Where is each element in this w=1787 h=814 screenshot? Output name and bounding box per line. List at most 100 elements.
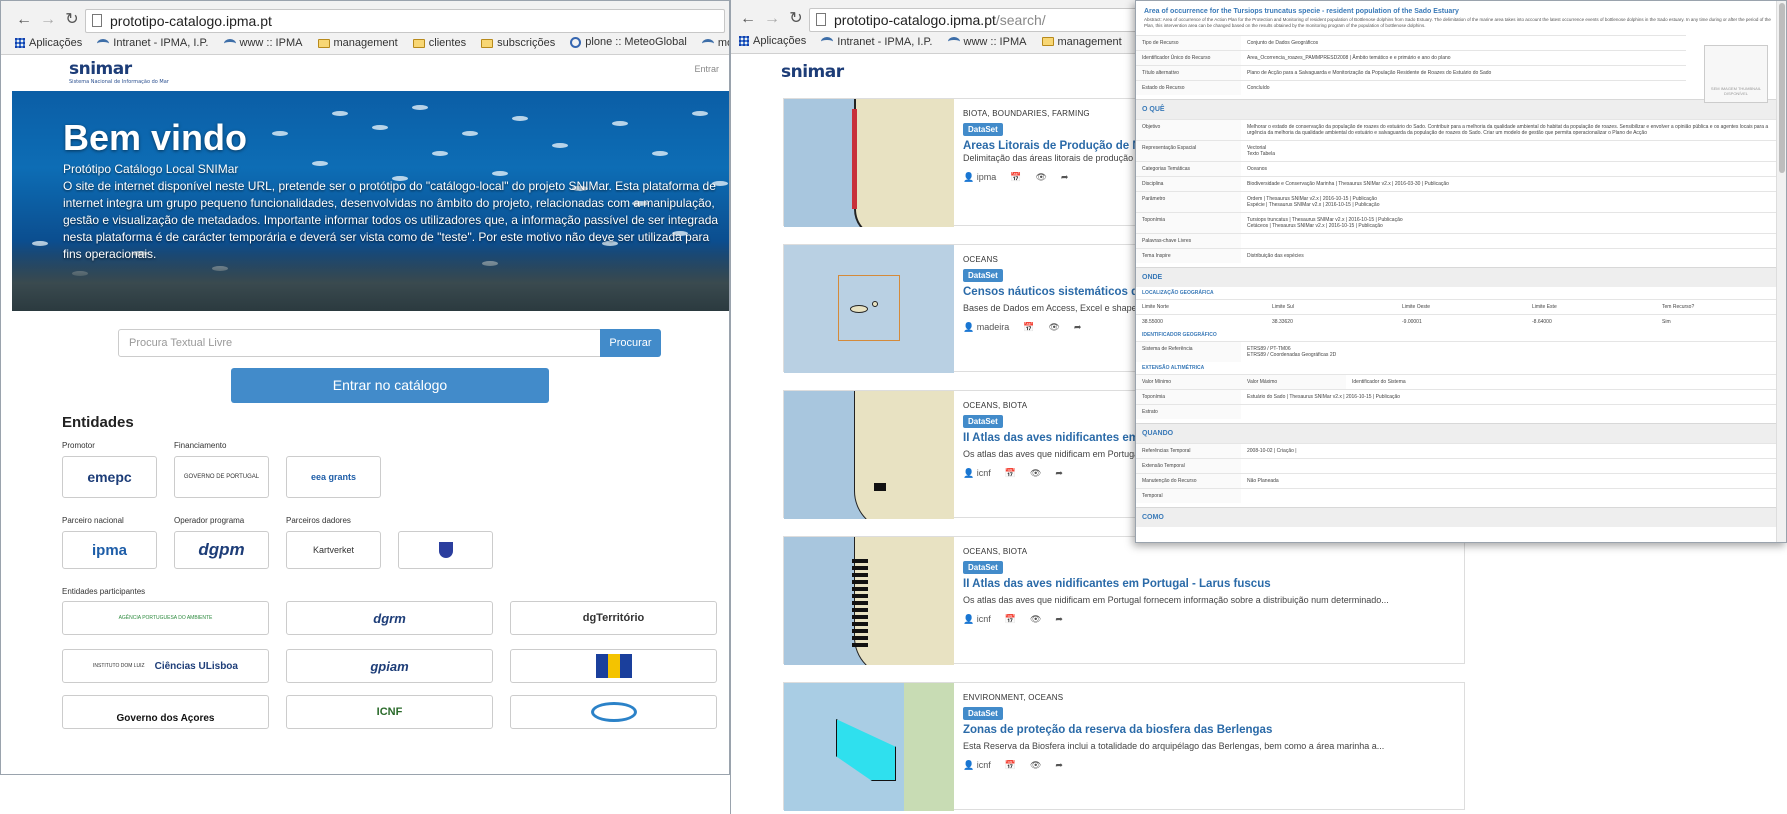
ipma-icon [821, 37, 834, 46]
result-thumbnail-map[interactable] [784, 683, 954, 811]
apps-icon [15, 37, 25, 48]
result-item: OCEANS, BIOTA DataSet II Atlas das aves … [783, 536, 1465, 665]
back-icon[interactable]: ← [13, 9, 35, 31]
owner-link[interactable]: 👤 ipma [963, 172, 996, 183]
bookmark-management[interactable]: management [317, 37, 398, 49]
scrollbar-thumb[interactable] [1779, 3, 1785, 173]
view-icon[interactable]: 👁 [1030, 468, 1041, 479]
participantes-label: Entidades participantes [62, 587, 146, 596]
bookmark-www-ipma[interactable]: www :: IPMA [223, 37, 302, 49]
bookmarks-bar: Aplicações Intranet - IPMA, I.P. www :: … [15, 36, 729, 52]
ipma-icon [223, 38, 236, 48]
section-o-que[interactable]: O QUÊ [1136, 99, 1786, 119]
altimetric-extent-heading: EXTENSÃO ALTIMÉTRICA [1142, 365, 1205, 371]
bookmark-www-ipma[interactable]: www :: IPMA [947, 36, 1026, 48]
result-thumbnail-map[interactable] [784, 99, 954, 227]
result-thumbnail-map[interactable] [784, 245, 954, 373]
result-actions: 👤 icnf 📅 👁 ➦ [963, 760, 1458, 771]
dgpm-logo[interactable]: dgpm [174, 531, 269, 569]
ipma-icon [947, 37, 960, 46]
snimar-logo[interactable]: snimar [781, 62, 844, 82]
reload-icon[interactable]: ↻ [785, 8, 807, 30]
view-icon[interactable]: 👁 [1048, 322, 1059, 333]
ipma-logo[interactable]: ipma [62, 531, 157, 569]
geo-location-heading: LOCALIZAÇÃO GEOGRÁFICA [1142, 290, 1214, 296]
globe-icon [570, 36, 582, 48]
hero-title: Bem vindo [63, 117, 248, 158]
reload-icon[interactable]: ↻ [61, 9, 83, 31]
search-button[interactable]: Procurar [600, 329, 661, 357]
icnf-logo[interactable]: ICNF [286, 695, 493, 729]
bookmark-plone[interactable]: plone :: MeteoGlobal [570, 36, 687, 48]
governo-portugal-logo[interactable]: GOVERNO DE PORTUGAL [174, 456, 269, 498]
bookmark-apps[interactable]: Aplicações [15, 37, 82, 49]
eea-grants-logo[interactable]: eea grants [286, 456, 381, 498]
owner-link[interactable]: 👤 madeira [963, 322, 1009, 333]
back-icon[interactable]: ← [737, 8, 759, 30]
enter-catalog-button[interactable]: Entrar no catálogo [231, 368, 549, 403]
owner-link[interactable]: 👤 icnf [963, 614, 991, 625]
share-icon[interactable]: ➦ [1074, 322, 1082, 333]
parceiro-label: Parceiro nacional [62, 516, 124, 525]
calendar-icon[interactable]: 📅 [1005, 614, 1016, 625]
bookmark-intranet[interactable]: Intranet - IPMA, I.P. [821, 36, 932, 48]
view-icon[interactable]: 👁 [1030, 760, 1041, 771]
section-quando[interactable]: QUANDO [1136, 423, 1786, 443]
address-bar[interactable]: prototipo-catalogo.ipma.pt/search/ [809, 8, 1169, 32]
result-title[interactable]: II Atlas das aves nidificantes em Portug… [963, 578, 1458, 590]
calendar-icon[interactable]: 📅 [1010, 172, 1021, 183]
result-tags: ENVIRONMENT, OCEANS [963, 693, 1064, 702]
apa-logo[interactable]: AGÊNCIA PORTUGUESA DO AMBIENTE [62, 601, 269, 635]
search-input[interactable]: Procura Textual Livre [118, 329, 602, 357]
liechtenstein-logo[interactable] [398, 531, 493, 569]
result-thumbnail-map[interactable] [784, 391, 954, 519]
dgterritorio-logo[interactable]: dgTerritório [510, 601, 717, 635]
dgrm-logo[interactable]: dgrm [286, 601, 493, 635]
kartverket-logo[interactable]: Kartverket [286, 531, 381, 569]
acores-logo[interactable]: Governo dos Açores [62, 695, 269, 729]
bookmark-intranet[interactable]: Intranet - IPMA, I.P. [97, 37, 208, 49]
result-description: Esta Reserva da Biosfera inclui a totali… [963, 741, 1385, 751]
result-title[interactable]: Zonas de proteção da reserva da biosfera… [963, 724, 1458, 736]
view-icon[interactable]: 👁 [1030, 614, 1041, 625]
dadores-label: Parceiros dadores [286, 516, 351, 525]
owner-link[interactable]: 👤 icnf [963, 468, 991, 479]
section-como[interactable]: COMO [1136, 507, 1786, 527]
thumbnail-placeholder: SEM IMAGEM THUMBNAIL DISPONÍVEL [1704, 45, 1768, 103]
share-icon[interactable]: ➦ [1055, 760, 1063, 771]
address-bar[interactable]: prototipo-catalogo.ipma.pt [85, 9, 725, 33]
owner-link[interactable]: 👤 icnf [963, 760, 991, 771]
bookmark-moodle[interactable]: moodle :: elearning [701, 37, 729, 49]
madeira-flag-logo[interactable] [510, 649, 717, 683]
bookmark-apps[interactable]: Aplicações [739, 35, 806, 47]
calendar-icon[interactable]: 📅 [1005, 760, 1016, 771]
login-link[interactable]: Entrar [694, 64, 719, 74]
emepc-logo[interactable]: emepc [62, 456, 157, 498]
vertical-scrollbar[interactable] [1776, 1, 1786, 542]
calendar-icon[interactable]: 📅 [1005, 468, 1016, 479]
gpiam-logo[interactable]: gpiam [286, 649, 493, 683]
forward-icon[interactable]: → [761, 8, 783, 30]
bookmark-subscricoes[interactable]: subscrições [481, 37, 555, 49]
wave-logo-icon [590, 702, 637, 722]
hidrografico-logo[interactable] [510, 695, 717, 729]
url-host: prototipo-catalogo.ipma.pt [834, 12, 996, 28]
bookmark-clientes[interactable]: clientes [412, 37, 466, 49]
reserve-area-mark [836, 719, 896, 781]
dataset-badge: DataSet [963, 707, 1003, 720]
share-icon[interactable]: ➦ [1061, 172, 1069, 183]
hero-banner: Bem vindo Protótipo Catálogo Local SNIMa… [12, 91, 729, 311]
calendar-icon[interactable]: 📅 [1023, 322, 1034, 333]
idl-ciencias-logo[interactable]: INSTITUTO DOM LUIZ Ciências ULisboa [62, 649, 269, 683]
metadata-detail-window: Area of occurrence for the Tursiops trun… [1135, 0, 1787, 543]
share-icon[interactable]: ➦ [1055, 614, 1063, 625]
snimar-logo[interactable]: snimar Sistema Nacional de Informação do … [69, 59, 169, 85]
financiamento-label: Financiamento [174, 441, 227, 450]
promotor-label: Promotor [62, 441, 95, 450]
forward-icon[interactable]: → [37, 9, 59, 31]
view-icon[interactable]: 👁 [1035, 172, 1046, 183]
result-thumbnail-map[interactable] [784, 537, 954, 665]
bookmark-management[interactable]: management [1041, 36, 1122, 48]
section-onde[interactable]: ONDE [1136, 267, 1786, 287]
share-icon[interactable]: ➦ [1055, 468, 1063, 479]
